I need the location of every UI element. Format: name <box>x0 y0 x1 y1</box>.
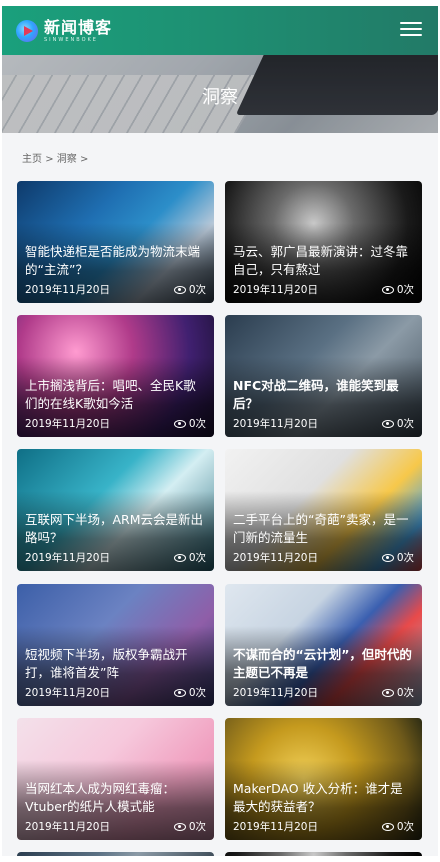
article-views: 0次 <box>173 550 206 565</box>
eye-icon <box>381 553 394 562</box>
breadcrumb-current-link[interactable]: 洞察 <box>57 154 77 165</box>
eye-icon <box>173 822 186 831</box>
eye-icon <box>173 419 186 428</box>
logo-text: 新闻博客 SINWENBOKE <box>44 17 113 43</box>
banner-title: 洞察 <box>202 87 238 108</box>
article-thumbnail <box>225 852 422 856</box>
article-views: 0次 <box>381 685 414 700</box>
view-count: 0次 <box>188 418 206 430</box>
view-count: 0次 <box>188 552 206 564</box>
article-card[interactable]: NFC对战二维码，谁能笑到最后？ 2019年11月20日 0次 <box>225 315 422 437</box>
article-card[interactable]: 上市搁浅背后：唱吧、全民K歌们的在线K歌如今活 2019年11月20日 0次 <box>17 315 214 437</box>
article-card[interactable]: 不谋而合的“云计划”，但时代的主题已不再是 2019年11月20日 0次 <box>225 584 422 706</box>
logo-english: SINWENBOKE <box>44 36 98 43</box>
view-count: 0次 <box>396 552 414 564</box>
eye-icon <box>381 419 394 428</box>
article-date: 2019年11月20日 <box>25 821 110 833</box>
eye-icon <box>381 285 394 294</box>
article-card[interactable]: 短视频下半场，版权争霸战开打，谁将首发”阵 2019年11月20日 0次 <box>17 584 214 706</box>
article-thumbnail <box>17 852 214 856</box>
article-date: 2019年11月20日 <box>25 687 110 699</box>
eye-icon <box>173 688 186 697</box>
eye-icon <box>173 285 186 294</box>
article-card[interactable]: 互联网下半场，ARM云会是新出路吗？ 2019年11月20日 0次 <box>17 449 214 571</box>
breadcrumb-home-link[interactable]: 主页 <box>22 154 42 165</box>
view-count: 0次 <box>188 821 206 833</box>
article-card[interactable]: 马云、郭广昌最新演讲：过冬靠自己，只有熬过 2019年11月20日 0次 <box>225 181 422 303</box>
hamburger-menu-icon[interactable] <box>400 22 422 38</box>
site-logo[interactable]: 新闻博客 SINWENBOKE <box>16 17 112 45</box>
article-date: 2019年11月20日 <box>233 418 318 430</box>
eye-icon <box>381 822 394 831</box>
view-count: 0次 <box>188 687 206 699</box>
article-title[interactable]: 不谋而合的“云计划”，但时代的主题已不再是 <box>233 646 414 682</box>
article-card[interactable] <box>17 852 214 856</box>
article-views: 0次 <box>173 819 206 834</box>
article-views: 0次 <box>173 685 206 700</box>
article-date: 2019年11月20日 <box>25 418 110 430</box>
article-title[interactable]: MakerDAO 收入分析：谁才是最大的获益者？ <box>233 780 414 816</box>
breadcrumb: 主页 > 洞察 > <box>22 150 88 165</box>
article-views: 0次 <box>173 282 206 297</box>
article-date: 2019年11月20日 <box>233 284 318 296</box>
eye-icon <box>173 553 186 562</box>
logo-chinese: 新闻博客 <box>44 17 113 37</box>
view-count: 0次 <box>396 284 414 296</box>
view-count: 0次 <box>396 821 414 833</box>
logo-play-icon <box>16 20 38 42</box>
article-card[interactable]: MakerDAO 收入分析：谁才是最大的获益者？ 2019年11月20日 0次 <box>225 718 422 840</box>
article-views: 0次 <box>381 416 414 431</box>
article-views: 0次 <box>381 282 414 297</box>
article-title[interactable]: 当网红本人成为网红毒瘤：Vtuber的纸片人模式能 <box>25 780 206 816</box>
view-count: 0次 <box>188 284 206 296</box>
article-title[interactable]: 短视频下半场，版权争霸战开打，谁将首发”阵 <box>25 646 206 682</box>
article-date: 2019年11月20日 <box>233 821 318 833</box>
article-title[interactable]: NFC对战二维码，谁能笑到最后？ <box>233 377 414 413</box>
page-frame: 新闻博客 SINWENBOKE 洞察 主页 > 洞察 > 智能快递柜是否能成为物… <box>2 6 438 856</box>
article-date: 2019年11月20日 <box>233 687 318 699</box>
category-banner: 洞察 <box>2 55 438 133</box>
view-count: 0次 <box>396 418 414 430</box>
article-views: 0次 <box>381 550 414 565</box>
view-count: 0次 <box>396 687 414 699</box>
eye-icon <box>381 688 394 697</box>
article-views: 0次 <box>173 416 206 431</box>
article-views: 0次 <box>381 819 414 834</box>
article-title[interactable]: 智能快递柜是否能成为物流末端的“主流”？ <box>25 243 206 279</box>
article-title[interactable]: 二手平台上的“奇葩”卖家，是一门新的流量生 <box>233 511 414 547</box>
article-card[interactable] <box>225 852 422 856</box>
article-date: 2019年11月20日 <box>25 284 110 296</box>
article-title[interactable]: 马云、郭广昌最新演讲：过冬靠自己，只有熬过 <box>233 243 414 279</box>
article-card[interactable]: 二手平台上的“奇葩”卖家，是一门新的流量生 2019年11月20日 0次 <box>225 449 422 571</box>
article-title[interactable]: 互联网下半场，ARM云会是新出路吗？ <box>25 511 206 547</box>
breadcrumb-separator: > <box>79 154 89 165</box>
article-title[interactable]: 上市搁浅背后：唱吧、全民K歌们的在线K歌如今活 <box>25 377 206 413</box>
article-date: 2019年11月20日 <box>233 552 318 564</box>
top-navbar: 新闻博客 SINWENBOKE <box>2 6 438 55</box>
breadcrumb-separator: > <box>45 154 54 165</box>
article-card[interactable]: 当网红本人成为网红毒瘤：Vtuber的纸片人模式能 2019年11月20日 0次 <box>17 718 214 840</box>
article-date: 2019年11月20日 <box>25 552 110 564</box>
article-card[interactable]: 智能快递柜是否能成为物流末端的“主流”？ 2019年11月20日 0次 <box>17 181 214 303</box>
